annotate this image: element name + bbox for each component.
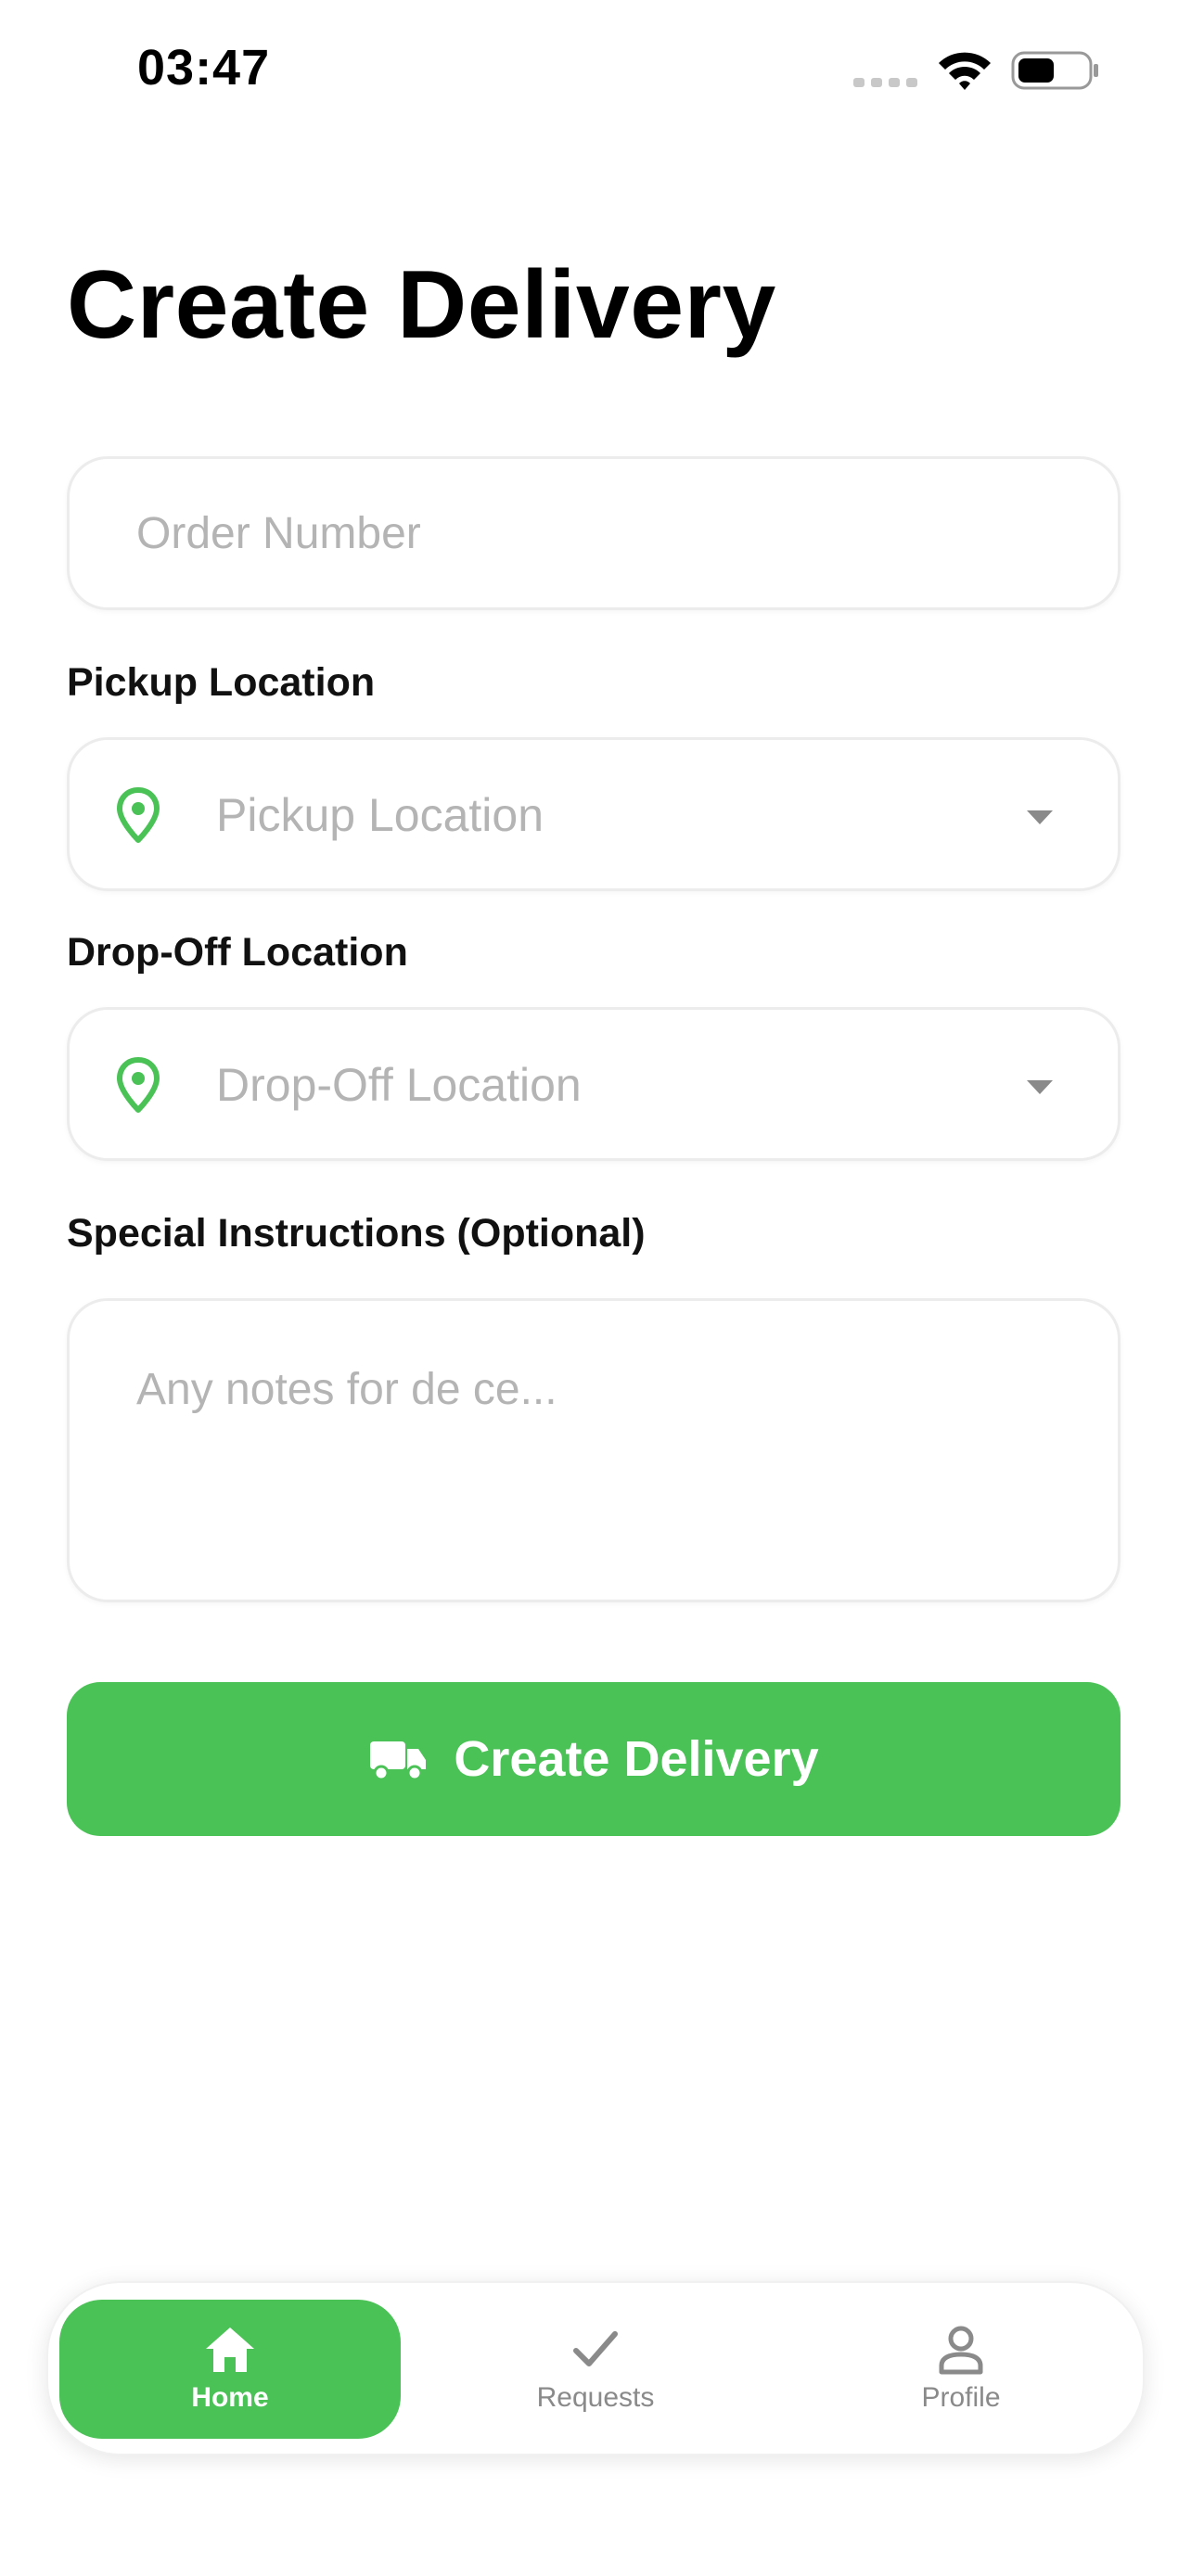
tab-profile[interactable]: Profile: [790, 2300, 1132, 2439]
special-instructions-label: Special Instructions (Optional): [67, 1211, 646, 1256]
chevron-down-icon: [1027, 810, 1053, 824]
create-delivery-label: Create Delivery: [454, 1731, 819, 1787]
bottom-tab-bar: Home Requests Profile: [46, 2281, 1145, 2455]
battery-icon: [1011, 51, 1098, 90]
status-time: 03:47: [137, 40, 271, 96]
tab-requests-label: Requests: [536, 2382, 655, 2413]
dropoff-location-label: Drop-Off Location: [67, 930, 408, 975]
tab-profile-label: Profile: [921, 2382, 1001, 2413]
person-icon: [939, 2326, 983, 2375]
home-icon: [206, 2327, 254, 2372]
tab-home[interactable]: Home: [59, 2300, 401, 2439]
dropoff-location-placeholder: Drop-Off Location: [216, 1059, 582, 1111]
wifi-icon: [939, 52, 991, 90]
special-instructions-input[interactable]: [136, 1364, 1051, 1562]
status-bar: 03:47: [0, 0, 1191, 139]
location-pin-icon: [117, 1057, 160, 1113]
truck-icon: [370, 1741, 427, 1780]
create-delivery-button[interactable]: Create Delivery: [67, 1682, 1121, 1836]
chevron-down-icon: [1027, 1080, 1053, 1094]
checkmark-icon: [573, 2331, 618, 2366]
dropoff-location-select[interactable]: Drop-Off Location: [67, 1007, 1121, 1161]
order-number-input[interactable]: [136, 459, 1051, 607]
pickup-location-placeholder: Pickup Location: [216, 789, 544, 841]
tab-home-label: Home: [191, 2382, 269, 2413]
pickup-location-select[interactable]: Pickup Location: [67, 737, 1121, 891]
cellular-signal-icon: [853, 78, 917, 87]
order-number-field[interactable]: [67, 456, 1121, 610]
pickup-location-label: Pickup Location: [67, 660, 376, 705]
location-pin-icon: [117, 787, 160, 843]
special-instructions-field[interactable]: [67, 1298, 1121, 1602]
page-title: Create Delivery: [67, 251, 776, 359]
tab-requests[interactable]: Requests: [425, 2300, 766, 2439]
